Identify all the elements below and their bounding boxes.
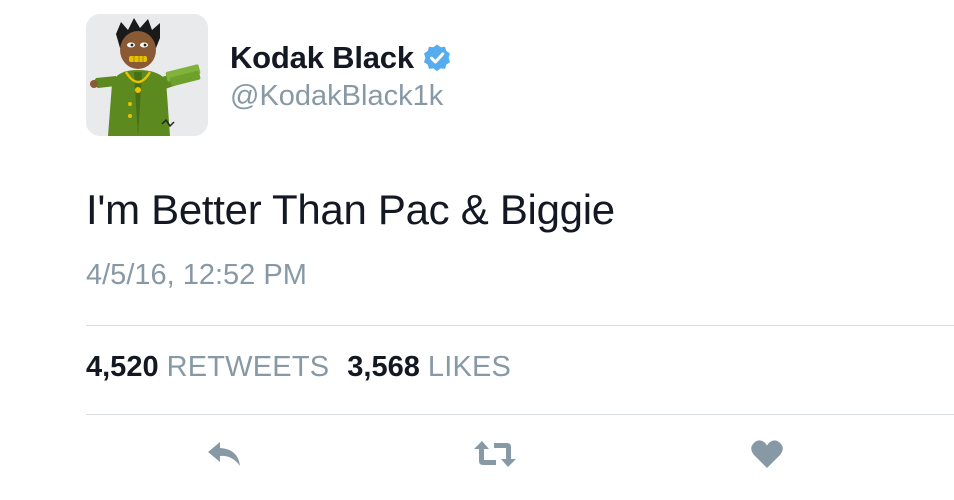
retweet-button[interactable] <box>472 436 518 476</box>
likes-stat[interactable]: 3,568 LIKES <box>347 351 511 384</box>
tweet-card: Kodak Black @KodakBlack1k I'm Better Tha… <box>0 0 954 500</box>
divider <box>86 414 954 415</box>
reply-icon <box>205 439 245 474</box>
like-button[interactable] <box>744 436 790 476</box>
verified-badge-icon <box>422 43 452 73</box>
retweets-label: RETWEETS <box>166 351 330 383</box>
author-name-row: Kodak Black <box>230 38 452 78</box>
tweet-stats: 4,520 RETWEETS 3,568 LIKES <box>86 351 511 384</box>
author-handle[interactable]: @KodakBlack1k <box>230 80 443 113</box>
author-avatar[interactable] <box>86 14 208 136</box>
tweet-text: I'm Better Than Pac & Biggie <box>86 186 615 233</box>
reply-button[interactable] <box>202 436 248 476</box>
retweet-icon <box>472 439 518 474</box>
heart-icon <box>750 439 784 474</box>
divider <box>86 325 954 326</box>
author-display-name[interactable]: Kodak Black <box>230 40 414 76</box>
tweet-timestamp[interactable]: 4/5/16, 12:52 PM <box>86 259 307 292</box>
retweets-count: 4,520 <box>86 351 159 383</box>
retweets-stat[interactable]: 4,520 RETWEETS <box>86 351 329 384</box>
likes-count: 3,568 <box>347 351 420 383</box>
likes-label: LIKES <box>427 351 512 383</box>
cartoon-avatar-icon <box>86 14 208 136</box>
